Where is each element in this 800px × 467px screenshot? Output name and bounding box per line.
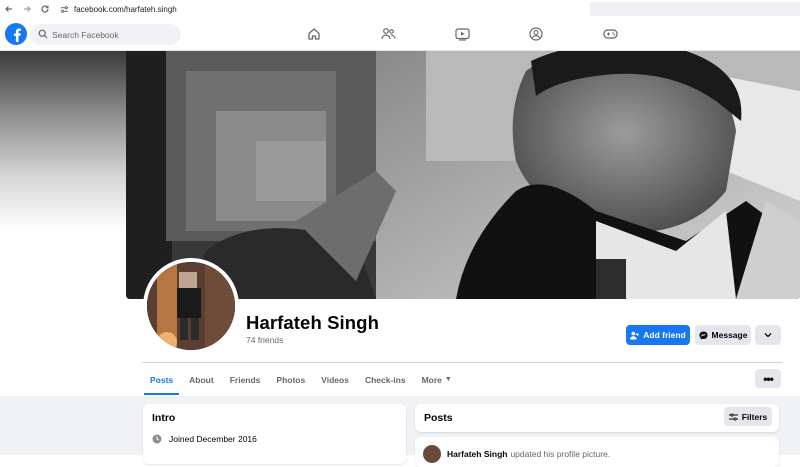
- search-icon: [38, 26, 48, 44]
- intro-card: Intro Joined December 2016: [143, 404, 406, 464]
- profile-divider: [142, 362, 782, 363]
- add-friend-button[interactable]: Add friend: [626, 325, 690, 345]
- tab-more-label: More: [421, 374, 442, 385]
- posts-card: Posts Filters: [415, 404, 779, 432]
- cover-photo[interactable]: [126, 51, 800, 299]
- message-label: Message: [711, 330, 748, 340]
- tab-videos[interactable]: Videos: [313, 364, 357, 395]
- search-input[interactable]: [52, 29, 172, 40]
- tab-friends-label: Friends: [229, 374, 261, 385]
- filter-sliders-icon: [728, 412, 738, 421]
- home-icon[interactable]: [306, 26, 322, 42]
- tab-photos[interactable]: Photos: [268, 364, 313, 395]
- tab-posts-label: Posts: [150, 374, 174, 385]
- facebook-logo-icon[interactable]: [5, 23, 27, 45]
- search-box[interactable]: [30, 24, 181, 45]
- add-person-icon: [630, 331, 640, 340]
- profile-tabs: Posts About Friends Photos Videos Check-…: [142, 364, 460, 395]
- friends-count[interactable]: 74 friends: [246, 335, 283, 345]
- joined-info: Joined December 2016: [152, 434, 257, 444]
- forward-arrow-icon[interactable]: [18, 0, 36, 18]
- messenger-icon: [699, 331, 708, 340]
- ellipsis-icon: •••: [763, 371, 774, 386]
- browser-extensions-area: [590, 2, 800, 16]
- address-bar[interactable]: facebook.com/harfateh.singh: [58, 2, 177, 16]
- chevron-down-icon: [764, 330, 772, 340]
- post-action: updated his profile picture.: [510, 449, 611, 459]
- groups-icon[interactable]: [528, 26, 544, 42]
- add-friend-label: Add friend: [643, 330, 686, 340]
- facebook-header: [0, 18, 800, 51]
- posts-title: Posts: [424, 412, 453, 424]
- tab-photos-label: Photos: [276, 374, 306, 385]
- tab-videos-label: Videos: [321, 374, 349, 385]
- more-options-button[interactable]: •••: [755, 369, 781, 388]
- tab-about[interactable]: About: [181, 364, 222, 395]
- message-button[interactable]: Message: [695, 325, 751, 345]
- clock-icon: [152, 434, 162, 444]
- tab-more[interactable]: More ▼: [414, 364, 460, 395]
- post-card: Harfateh Singh updated his profile pictu…: [415, 437, 779, 467]
- friends-icon[interactable]: [380, 26, 396, 42]
- post-author-avatar[interactable]: [423, 445, 441, 463]
- reload-icon[interactable]: [36, 0, 54, 18]
- video-icon[interactable]: [454, 26, 470, 42]
- intro-title: Intro: [152, 412, 176, 424]
- profile-avatar[interactable]: [143, 258, 239, 354]
- post-header: Harfateh Singh updated his profile pictu…: [423, 445, 610, 463]
- gaming-icon[interactable]: [602, 26, 618, 42]
- back-arrow-icon[interactable]: [0, 0, 18, 18]
- url-text[interactable]: facebook.com/harfateh.singh: [74, 5, 177, 14]
- caret-down-icon: ▼: [444, 376, 452, 383]
- filters-button[interactable]: Filters: [724, 407, 772, 426]
- tab-checkins-label: Check-ins: [364, 374, 406, 385]
- profile-options-button[interactable]: [755, 325, 781, 345]
- profile-name: Harfateh Singh: [246, 312, 379, 333]
- tab-posts[interactable]: Posts: [142, 364, 181, 395]
- cover-side-gradient: [0, 51, 126, 231]
- browser-toolbar: facebook.com/harfateh.singh: [0, 0, 800, 18]
- tab-checkins[interactable]: Check-ins: [357, 364, 414, 395]
- site-settings-icon[interactable]: [58, 3, 70, 15]
- filters-label: Filters: [741, 411, 768, 422]
- joined-text: Joined December 2016: [169, 434, 257, 444]
- post-author[interactable]: Harfateh Singh: [447, 449, 507, 459]
- tab-about-label: About: [189, 374, 214, 385]
- tab-friends[interactable]: Friends: [222, 364, 269, 395]
